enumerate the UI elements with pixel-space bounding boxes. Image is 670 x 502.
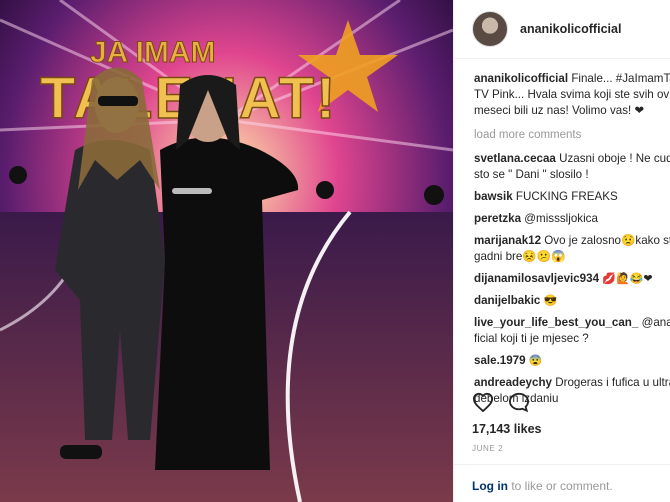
post-author-username[interactable]: ananikolicofficial [520,22,621,36]
sign-line-1: JA IMAM [90,36,216,69]
login-prompt-text: to like or comment. [508,479,613,493]
post-photo: JA IMAM TALENAT! [0,0,453,502]
list-item: dijanamilosavljevic934 💋🙋😂❤ [474,271,670,287]
caption-line-3: meseci bili uz nas! Volimo vas! ❤ [474,104,645,117]
comment-icon[interactable] [508,392,530,417]
comment-text[interactable]: @misssljokica [524,212,598,225]
divider [453,464,670,465]
list-item: live_your_life_best_you_can_ @ananik fic… [474,315,670,347]
avatar[interactable] [472,11,508,47]
post-actions [472,392,530,417]
comment-text: Drogeras i fufica u ultra [555,376,670,389]
comments-list: ananikolicofficial Finale... #JaImamTale… [454,59,670,407]
comment-username[interactable]: marijanak12 [474,234,541,247]
caption-username[interactable]: ananikolicofficial [474,72,568,85]
comment-text: 💋🙋😂❤ [602,273,653,285]
list-item: sale.1979 😨 [474,353,670,369]
comment-username[interactable]: bawsik [474,190,513,203]
comment-username[interactable]: sale.1979 [474,354,526,367]
comment-text: Ovo je zalosno😟kako st [544,234,670,247]
comment-username[interactable]: dijanamilosavljevic934 [474,272,599,285]
list-item: danijelbakic 😎 [474,293,670,309]
caption: ananikolicofficial Finale... #JaImamTale… [474,71,670,119]
list-item: peretzka @misssljokica [474,211,670,227]
caption-line-2: TV Pink... Hvala svima koji ste svih ovi… [474,88,670,101]
comment-text[interactable]: @ananik [642,316,670,329]
comment-username[interactable]: svetlana.cecaa [474,152,556,165]
comment-text: gadni bre😣😕😱 [474,250,566,263]
comment-username[interactable]: peretzka [474,212,521,225]
list-item: marijanak12 Ovo je zalosno😟kako st gadni… [474,233,670,265]
list-item: bawsik FUCKING FREAKS [474,189,670,205]
comment-text: 😨 [528,355,543,367]
post-header: ananikolicofficial [454,0,670,59]
comment-username[interactable]: live_your_life_best_you_can_ [474,316,638,329]
comment-text: sto se " Dani " slosilo ! [474,168,589,181]
login-prompt: Log in to like or comment. [472,479,613,493]
comment-text: 😎 [543,295,558,307]
comment-text: Uzasni oboje ! Ne cudi [559,152,670,165]
stage-photo: JA IMAM TALENAT! [0,0,453,502]
comment-text: FUCKING FREAKS [515,190,618,203]
post-date: JUNE 2 [472,444,504,453]
likes-count[interactable]: 17,143 likes [472,422,542,436]
comment-text: ficial koji ti je mjesec ? [474,332,589,345]
comment-username[interactable]: danijelbakic [474,294,540,307]
login-link[interactable]: Log in [472,479,508,493]
load-more-comments-link[interactable]: load more comments [474,127,670,143]
list-item: svetlana.cecaa Uzasni oboje ! Ne cudi st… [474,151,670,183]
heart-icon[interactable] [472,392,494,417]
comment-username[interactable]: andreadeychy [474,376,552,389]
caption-line-1: Finale... #JaImamTale [571,72,670,85]
